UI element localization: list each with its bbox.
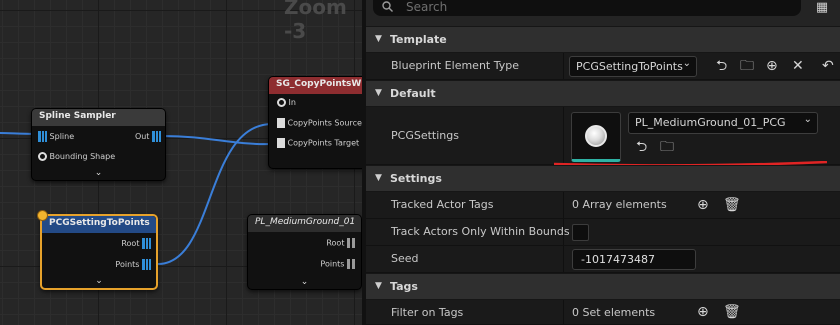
pin-icon xyxy=(277,118,285,128)
column-divider[interactable] xyxy=(563,192,564,218)
column-divider[interactable] xyxy=(563,300,564,324)
pin-icon xyxy=(38,152,47,161)
wire-spline-out-to-copy-target xyxy=(162,135,273,146)
pin-icon xyxy=(142,259,151,270)
node-copy-points[interactable]: SG_CopyPointsWithi In CopyPoints Source … xyxy=(268,76,362,169)
row-seed: Seed -1017473487 xyxy=(366,246,840,273)
pin-points[interactable]: Points xyxy=(320,259,355,269)
chevron-down-icon[interactable]: ⌄ xyxy=(95,276,103,286)
add-element-icon[interactable]: ⊕ xyxy=(697,198,709,212)
collapse-arrow-icon: ▼ xyxy=(375,281,382,291)
search-input[interactable]: Search xyxy=(406,0,447,14)
section-template[interactable]: ▼ Template xyxy=(366,26,840,53)
pin-spline[interactable]: Spline xyxy=(38,131,74,142)
pin-icon xyxy=(277,98,286,107)
pin-icon xyxy=(347,238,355,248)
node-spline-sampler[interactable]: Spline Sampler Spline Bounding Shape Out… xyxy=(31,108,166,181)
chevron-down-icon[interactable]: ⌄ xyxy=(95,168,103,178)
pin-icon xyxy=(347,259,355,269)
wire-input-spline xyxy=(0,132,36,135)
track-actors-checkbox[interactable] xyxy=(572,224,589,241)
asset-thumbnail[interactable] xyxy=(571,112,621,162)
pin-root[interactable]: Root xyxy=(326,238,355,248)
column-divider[interactable] xyxy=(563,107,564,164)
trash-icon[interactable]: 🗑 xyxy=(723,305,741,319)
column-divider[interactable] xyxy=(563,53,564,79)
search-box[interactable]: Search xyxy=(373,0,801,16)
pcg-settings-asset-picker[interactable]: PL_MediumGround_01_PCG ⌄ xyxy=(628,112,818,134)
pin-root[interactable]: Root xyxy=(121,238,151,249)
pin-icon xyxy=(152,131,161,142)
close-icon[interactable]: ✕ xyxy=(792,59,804,73)
row-tracked-actor-tags: Tracked Actor Tags 0 Array elements ⊕ 🗑 xyxy=(366,192,840,219)
pin-icon xyxy=(142,238,151,249)
pin-in[interactable]: In xyxy=(277,98,296,107)
collapse-arrow-icon: ▼ xyxy=(375,34,382,44)
details-panel: Search ▦ ▼ Template Blueprint Element Ty… xyxy=(362,0,840,325)
collapse-arrow-icon: ▼ xyxy=(375,88,382,98)
add-element-icon[interactable]: ⊕ xyxy=(697,305,709,319)
section-settings[interactable]: ▼ Settings xyxy=(366,165,840,192)
column-divider[interactable] xyxy=(563,246,564,272)
node-title: PL_MediumGround_01 xyxy=(248,215,361,232)
reset-icon[interactable]: ↶ xyxy=(822,59,834,73)
node-title: PCGSettingToPoints xyxy=(42,216,156,233)
pin-points[interactable]: Points xyxy=(115,259,151,270)
row-blueprint-element-type: Blueprint Element Type PCGSettingToPoint… xyxy=(366,53,840,80)
blueprint-element-type-dropdown[interactable]: PCGSettingToPoints ⌄ xyxy=(569,56,697,77)
section-tags[interactable]: ▼ Tags xyxy=(366,273,840,300)
pin-bounding-shape[interactable]: Bounding Shape xyxy=(38,152,115,161)
node-title: Spline Sampler xyxy=(32,109,165,126)
row-filter-on-tags: Filter on Tags 0 Set elements ⊕ 🗑 xyxy=(366,300,840,325)
search-icon xyxy=(382,1,393,15)
graph-editor-canvas[interactable]: Zoom -3 Spline Sampler Spline Bounding S… xyxy=(0,0,362,325)
view-options-icon[interactable]: ▦ xyxy=(812,0,832,15)
section-default[interactable]: ▼ Default xyxy=(366,80,840,107)
trash-icon[interactable]: 🗑 xyxy=(723,198,741,212)
pin-icon xyxy=(38,131,47,142)
node-pcg-setting-to-points[interactable]: PCGSettingToPoints Root Points ⌄ xyxy=(37,210,158,290)
pin-out[interactable]: Out xyxy=(135,131,161,142)
use-selected-icon[interactable]: ⮌ xyxy=(716,59,727,73)
selection-marker xyxy=(37,210,48,221)
browse-folder-icon[interactable]: 🗀 xyxy=(660,140,674,154)
chevron-down-icon: ⌄ xyxy=(803,114,812,125)
pcg-asset-icon xyxy=(585,125,607,147)
pin-copy-target[interactable]: CopyPoints Target xyxy=(277,138,359,148)
row-track-actors-only-within-bounds: Track Actors Only Within Bounds xyxy=(366,219,840,246)
chevron-down-icon[interactable]: ⌄ xyxy=(301,277,309,287)
pin-copy-source[interactable]: CopyPoints Source xyxy=(277,118,362,128)
chevron-down-icon: ⌄ xyxy=(682,58,691,69)
browse-folder-icon[interactable]: 🗀 xyxy=(740,59,754,73)
collapse-arrow-icon: ▼ xyxy=(375,173,382,183)
node-pl-medium-ground[interactable]: PL_MediumGround_01 Root Points ⌄ xyxy=(247,214,362,290)
column-divider[interactable] xyxy=(563,219,564,245)
pin-icon xyxy=(277,138,285,148)
row-pcg-settings: PCGSettings PL_MediumGround_01_PCG ⌄ ⮌ 🗀 xyxy=(366,107,840,165)
node-title: SG_CopyPointsWithi xyxy=(269,77,362,94)
add-icon[interactable]: ⊕ xyxy=(766,59,778,73)
seed-input[interactable]: -1017473487 xyxy=(572,249,696,270)
use-selected-icon[interactable]: ⮌ xyxy=(636,140,647,154)
